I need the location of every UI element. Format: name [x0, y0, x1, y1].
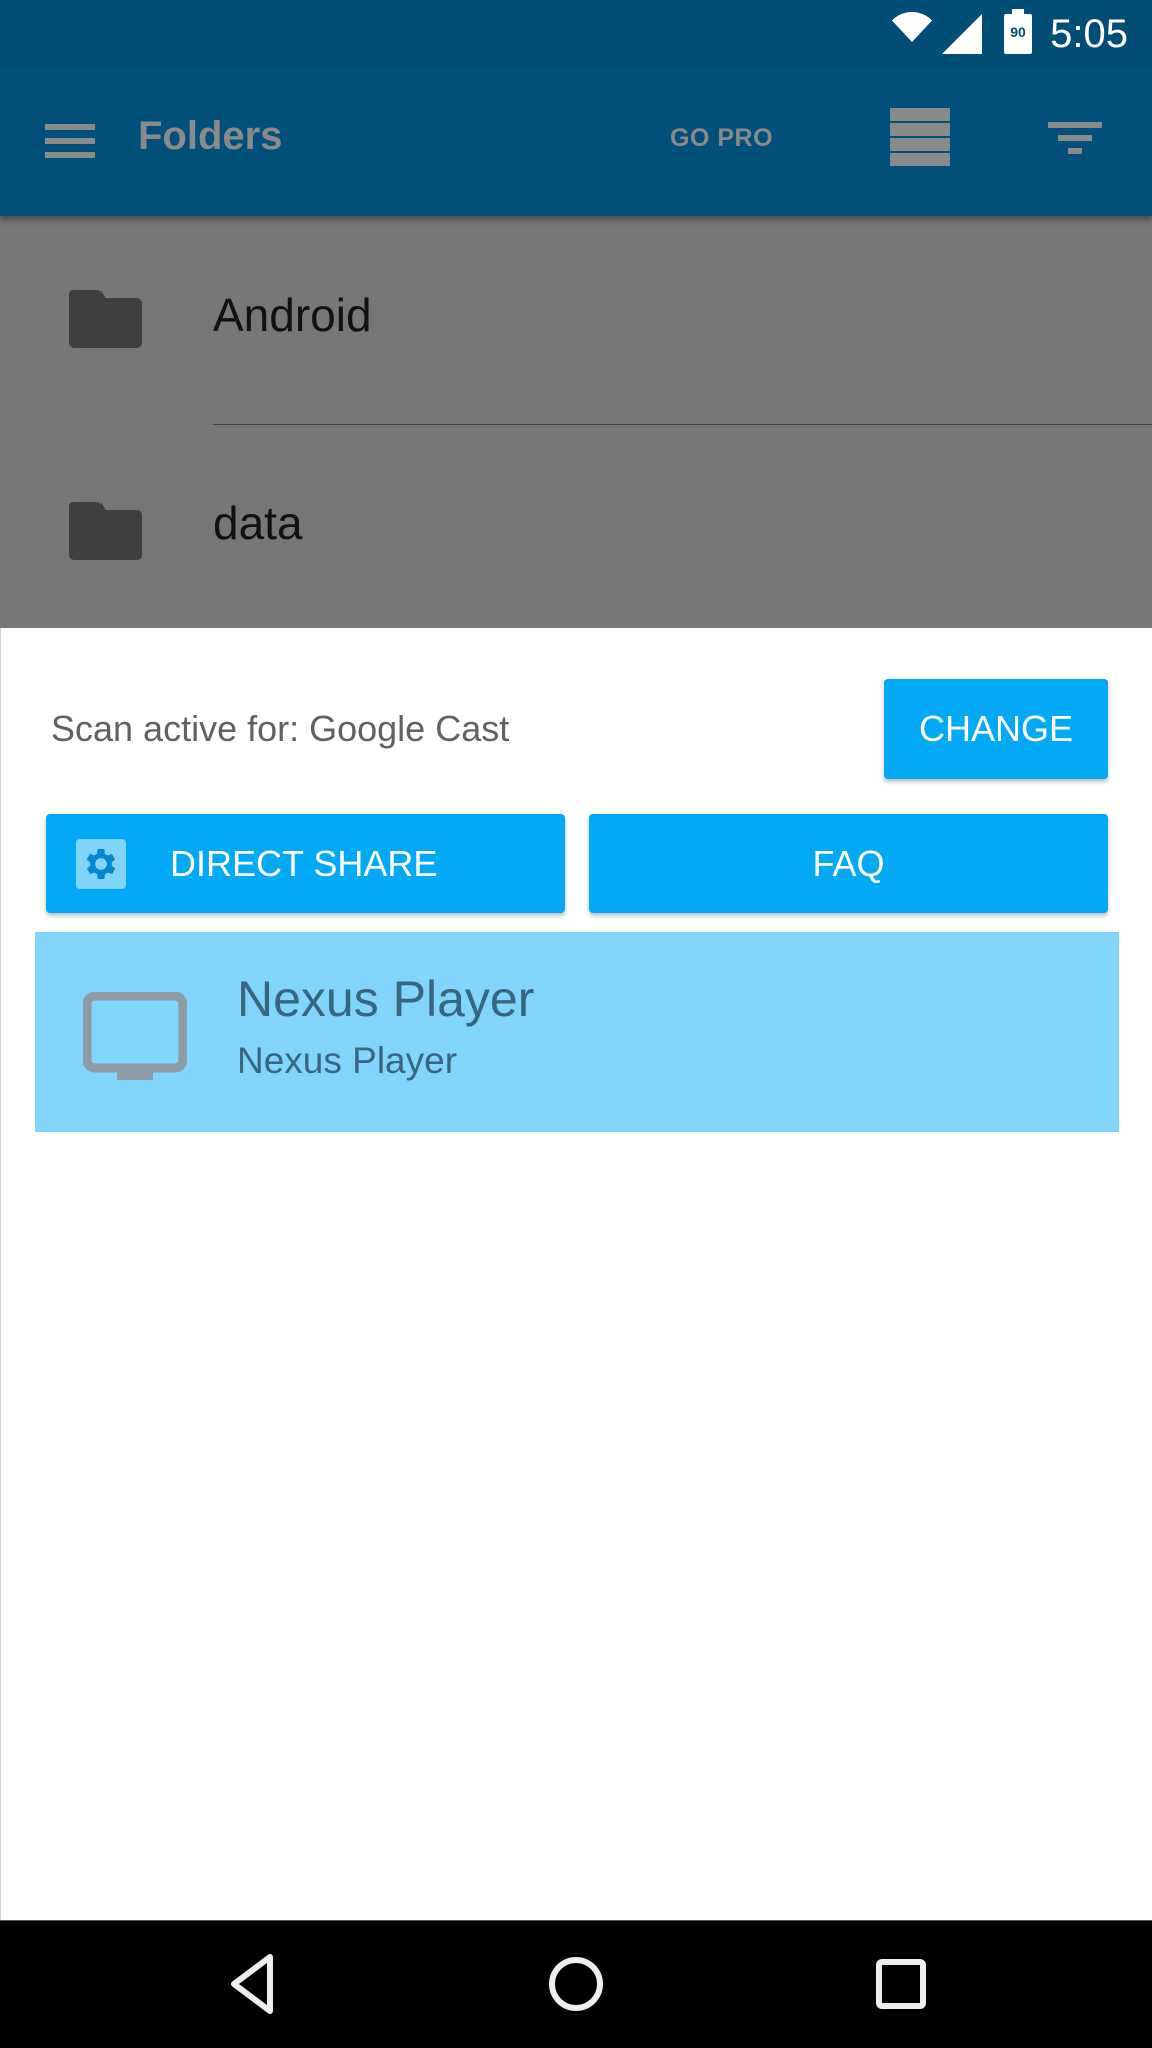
back-icon[interactable]: [218, 1949, 288, 2019]
faq-button[interactable]: FAQ: [589, 814, 1108, 913]
folder-name: Android: [213, 289, 372, 341]
folder-icon: [69, 290, 142, 348]
page-title: Folders: [138, 114, 283, 158]
device-name: Nexus Player: [237, 971, 535, 1027]
folder-row-android[interactable]: Android: [0, 216, 1152, 428]
folder-icon: [69, 502, 142, 560]
folder-row-data[interactable]: data: [0, 428, 1152, 640]
cast-bottom-sheet: Scan active for: Google Cast CHANGE DIRE…: [0, 628, 1152, 1920]
navigation-bar: [0, 1920, 1152, 2048]
direct-share-label: DIRECT SHARE: [170, 843, 438, 884]
device-subtitle: Nexus Player: [237, 1040, 458, 1081]
filter-icon[interactable]: [1048, 122, 1102, 158]
device-list-item[interactable]: Nexus Player Nexus Player: [35, 932, 1119, 1132]
go-pro-button[interactable]: GO PRO: [670, 124, 773, 153]
clock: 5:05: [1050, 12, 1128, 56]
tv-icon: [83, 992, 187, 1080]
battery-level: 90: [1010, 24, 1026, 40]
status-bar: 90 5:05: [0, 0, 1152, 68]
folder-list: Android data: [0, 216, 1152, 628]
cell-signal-icon: [942, 14, 982, 54]
menu-icon[interactable]: [45, 124, 95, 158]
direct-share-button[interactable]: DIRECT SHARE: [46, 814, 565, 913]
list-view-icon[interactable]: [890, 108, 950, 168]
battery-icon: 90: [1004, 9, 1032, 54]
wifi-icon: [884, 12, 940, 42]
recents-icon[interactable]: [866, 1949, 936, 2019]
app-toolbar: Folders GO PRO: [0, 68, 1152, 216]
folder-name: data: [213, 497, 303, 549]
home-icon[interactable]: [541, 1949, 611, 2019]
scan-status-text: Scan active for: Google Cast: [51, 708, 510, 749]
list-divider: [213, 424, 1152, 425]
change-button[interactable]: CHANGE: [884, 679, 1108, 779]
gear-icon: [76, 839, 126, 889]
